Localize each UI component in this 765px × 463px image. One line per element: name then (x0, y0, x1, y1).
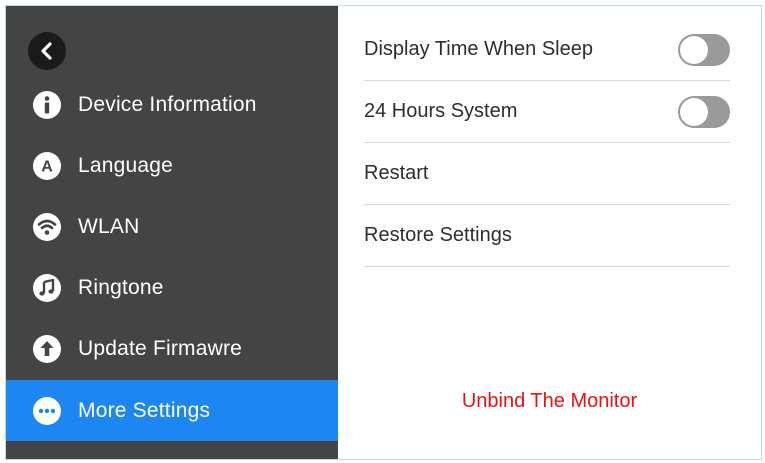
back-button[interactable] (28, 32, 66, 70)
setting-restart[interactable]: Restart (364, 143, 730, 205)
setting-24-hours-system[interactable]: 24 Hours System (364, 81, 730, 143)
sidebar-item-update-firmware[interactable]: Update Firmawre (6, 318, 338, 379)
sidebar-item-label: More Settings (78, 398, 211, 422)
sidebar-item-language[interactable]: A Language (6, 135, 338, 196)
settings-panel: Display Time When Sleep 24 Hours System … (338, 6, 761, 459)
setting-label: Restore Settings (364, 224, 512, 246)
sidebar-item-label: WLAN (78, 214, 140, 238)
setting-label: Display Time When Sleep (364, 38, 593, 60)
setting-restore-settings[interactable]: Restore Settings (364, 205, 730, 267)
upload-arrow-icon (32, 334, 62, 364)
sidebar-item-label: Ringtone (78, 275, 164, 299)
setting-display-time-when-sleep[interactable]: Display Time When Sleep (364, 19, 730, 81)
sidebar-item-label: Language (78, 153, 174, 177)
sidebar: Device Information A Language WLAN Ringt… (6, 6, 338, 459)
sidebar-item-more-settings[interactable]: More Settings (6, 380, 338, 441)
sidebar-item-ringtone[interactable]: Ringtone (6, 257, 338, 318)
settings-window: Device Information A Language WLAN Ringt… (5, 5, 762, 460)
sidebar-item-device-information[interactable]: Device Information (6, 74, 338, 135)
more-dots-icon (32, 396, 62, 426)
wifi-icon (32, 212, 62, 242)
display-time-when-sleep-toggle[interactable] (678, 33, 730, 66)
music-note-icon (32, 273, 62, 303)
sidebar-item-label: Device Information (78, 92, 257, 116)
language-icon: A (32, 151, 62, 181)
sidebar-item-wlan[interactable]: WLAN (6, 196, 338, 257)
24-hours-system-toggle[interactable] (678, 95, 730, 128)
chevron-left-icon (41, 42, 52, 60)
setting-label: Restart (364, 162, 429, 184)
info-icon (32, 90, 62, 120)
setting-label: 24 Hours System (364, 100, 518, 122)
toggle-knob (680, 35, 708, 64)
unbind-monitor-button[interactable]: Unbind The Monitor (338, 390, 761, 413)
toggle-knob (680, 97, 708, 126)
sidebar-item-label: Update Firmawre (78, 336, 243, 360)
svg-text:A: A (41, 158, 53, 175)
